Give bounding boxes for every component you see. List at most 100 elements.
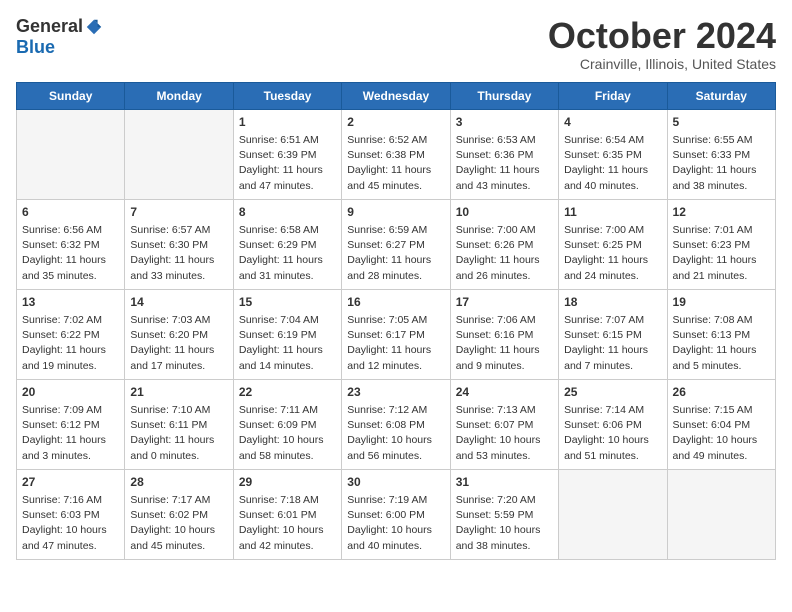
calendar-cell: 29Sunrise: 7:18 AMSunset: 6:01 PMDayligh…	[233, 469, 341, 559]
daylight-text: Daylight: 10 hours and 47 minutes.	[22, 524, 107, 551]
day-number: 27	[22, 474, 119, 491]
sunset-text: Sunset: 6:39 PM	[239, 149, 317, 161]
day-header-monday: Monday	[125, 82, 233, 109]
daylight-text: Daylight: 11 hours and 7 minutes.	[564, 344, 648, 371]
sunrise-text: Sunrise: 7:17 AM	[130, 494, 210, 506]
calendar-cell: 3Sunrise: 6:53 AMSunset: 6:36 PMDaylight…	[450, 109, 558, 199]
daylight-text: Daylight: 10 hours and 56 minutes.	[347, 434, 432, 461]
sunrise-text: Sunrise: 7:00 AM	[564, 224, 644, 236]
calendar-cell: 8 Sunrise: 6:58 AM Sunset: 6:29 PM Daylight…	[233, 199, 341, 289]
sunset-text: Sunset: 6:13 PM	[673, 329, 751, 341]
sunrise-text: Sunrise: 6:54 AM	[564, 134, 644, 146]
daylight-text: Daylight: 11 hours and 21 minutes.	[673, 254, 757, 281]
day-number: 30	[347, 474, 444, 491]
daylight-text: Daylight: 10 hours and 51 minutes.	[564, 434, 649, 461]
daylight-text: Daylight: 11 hours and 24 minutes.	[564, 254, 648, 281]
week-row-4: 20Sunrise: 7:09 AMSunset: 6:12 PMDayligh…	[17, 379, 776, 469]
calendar-cell: 13Sunrise: 7:02 AMSunset: 6:22 PMDayligh…	[17, 289, 125, 379]
daylight-text: Daylight: 11 hours and 19 minutes.	[22, 344, 106, 371]
day-number: 14	[130, 294, 227, 311]
calendar-cell: 14Sunrise: 7:03 AMSunset: 6:20 PMDayligh…	[125, 289, 233, 379]
daylight-text: Daylight: 11 hours and 33 minutes.	[130, 254, 214, 281]
day-number: 26	[673, 384, 770, 401]
day-number: 20	[22, 384, 119, 401]
day-number: 2	[347, 114, 444, 131]
calendar-table: SundayMondayTuesdayWednesdayThursdayFrid…	[16, 82, 776, 560]
sunset-text: Sunset: 6:00 PM	[347, 509, 425, 521]
logo: General Blue	[16, 16, 103, 58]
calendar-cell: 7Sunrise: 6:57 AMSunset: 6:30 PMDaylight…	[125, 199, 233, 289]
day-number: 6	[22, 204, 119, 221]
calendar-cell: 24Sunrise: 7:13 AMSunset: 6:07 PMDayligh…	[450, 379, 558, 469]
sunrise-text: Sunrise: 7:15 AM	[673, 404, 753, 416]
calendar-cell: 17 Sunrise: 7:06 AM Sunset: 6:16 PM Dayligh…	[450, 289, 558, 379]
sunset-text: Sunset: 6:07 PM	[456, 419, 534, 431]
sunset-text: Sunset: 6:08 PM	[347, 419, 425, 431]
day-number: 9	[347, 204, 444, 221]
sunrise-text: Sunrise: 6:59 AM	[347, 224, 427, 236]
calendar-cell: 16Sunrise: 7:05 AMSunset: 6:17 PMDayligh…	[342, 289, 450, 379]
logo-blue-text: Blue	[16, 37, 55, 58]
calendar-cell: 6Sunrise: 6:56 AMSunset: 6:32 PMDaylight…	[17, 199, 125, 289]
daylight-text: Daylight: 11 hours and 31 minutes.	[239, 254, 323, 281]
day-number: 25	[564, 384, 661, 401]
daylight-text: Daylight: 11 hours and 26 minutes.	[456, 254, 540, 281]
sunset-text: Sunset: 6:16 PM	[456, 329, 534, 341]
daylight-text: Daylight: 11 hours and 14 minutes.	[239, 344, 323, 371]
daylight-text: Daylight: 10 hours and 53 minutes.	[456, 434, 541, 461]
calendar-cell: 27Sunrise: 7:16 AMSunset: 6:03 PMDayligh…	[17, 469, 125, 559]
week-row-5: 27Sunrise: 7:16 AMSunset: 6:03 PMDayligh…	[17, 469, 776, 559]
day-number: 8	[239, 204, 336, 221]
day-number: 19	[673, 294, 770, 311]
sunrise-text: Sunrise: 7:05 AM	[347, 314, 427, 326]
sunset-text: Sunset: 6:09 PM	[239, 419, 317, 431]
location-text: Crainville, Illinois, United States	[548, 56, 776, 72]
calendar-cell: 31Sunrise: 7:20 AMSunset: 5:59 PMDayligh…	[450, 469, 558, 559]
calendar-cell	[125, 109, 233, 199]
calendar-cell: 9Sunrise: 6:59 AMSunset: 6:27 PMDaylight…	[342, 199, 450, 289]
sunrise-text: Sunrise: 7:08 AM	[673, 314, 753, 326]
day-number: 16	[347, 294, 444, 311]
day-number: 7	[130, 204, 227, 221]
sunrise-text: Sunrise: 7:04 AM	[239, 314, 319, 326]
daylight-text: Daylight: 10 hours and 58 minutes.	[239, 434, 324, 461]
calendar-cell: 12Sunrise: 7:01 AMSunset: 6:23 PMDayligh…	[667, 199, 775, 289]
sunset-text: Sunset: 6:01 PM	[239, 509, 317, 521]
sunset-text: Sunset: 6:19 PM	[239, 329, 317, 341]
day-number: 24	[456, 384, 553, 401]
sunset-text: Sunset: 6:12 PM	[22, 419, 100, 431]
daylight-text: Daylight: 10 hours and 40 minutes.	[347, 524, 432, 551]
day-number: 17	[456, 294, 553, 311]
calendar-cell: 30 Sunrise: 7:19 AM Sunset: 6:00 PM Dayligh…	[342, 469, 450, 559]
day-header-tuesday: Tuesday	[233, 82, 341, 109]
sunrise-text: Sunrise: 6:58 AM	[239, 224, 319, 236]
calendar-cell: 10Sunrise: 7:00 AMSunset: 6:26 PMDayligh…	[450, 199, 558, 289]
sunset-text: Sunset: 6:23 PM	[673, 239, 751, 251]
sunset-text: Sunset: 6:02 PM	[130, 509, 208, 521]
calendar-cell	[559, 469, 667, 559]
sunrise-text: Sunrise: 6:56 AM	[22, 224, 102, 236]
daylight-text: Daylight: 11 hours and 40 minutes.	[564, 164, 648, 191]
daylight-text: Daylight: 11 hours and 38 minutes.	[673, 164, 757, 191]
sunset-text: Sunset: 6:29 PM	[239, 239, 317, 251]
daylight-text: Daylight: 10 hours and 49 minutes.	[673, 434, 758, 461]
month-title: October 2024	[548, 16, 776, 56]
sunrise-text: Sunrise: 7:19 AM	[347, 494, 427, 506]
sunrise-text: Sunrise: 7:03 AM	[130, 314, 210, 326]
sunrise-text: Sunrise: 7:16 AM	[22, 494, 102, 506]
sunrise-text: Sunrise: 6:55 AM	[673, 134, 753, 146]
daylight-text: Daylight: 11 hours and 9 minutes.	[456, 344, 540, 371]
sunset-text: Sunset: 6:04 PM	[673, 419, 751, 431]
calendar-cell: 23Sunrise: 7:12 AMSunset: 6:08 PMDayligh…	[342, 379, 450, 469]
day-number: 31	[456, 474, 553, 491]
day-number: 10	[456, 204, 553, 221]
day-number: 15	[239, 294, 336, 311]
daylight-text: Daylight: 11 hours and 28 minutes.	[347, 254, 431, 281]
daylight-text: Daylight: 10 hours and 38 minutes.	[456, 524, 541, 551]
sunrise-text: Sunrise: 7:12 AM	[347, 404, 427, 416]
sunrise-text: Sunrise: 7:06 AM	[456, 314, 536, 326]
sunrise-text: Sunrise: 7:18 AM	[239, 494, 319, 506]
day-header-wednesday: Wednesday	[342, 82, 450, 109]
sunrise-text: Sunrise: 6:51 AM	[239, 134, 319, 146]
daylight-text: Daylight: 11 hours and 45 minutes.	[347, 164, 431, 191]
